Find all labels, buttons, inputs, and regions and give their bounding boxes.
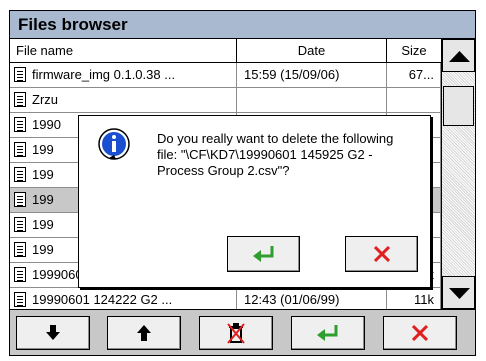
file-icon	[14, 167, 26, 182]
title-bar: Files browser	[10, 11, 475, 39]
close-button[interactable]	[383, 316, 457, 350]
file-icon	[14, 67, 26, 82]
dialog-message: Do you really want to delete the followi…	[157, 131, 394, 178]
delete-confirm-dialog: Do you really want to delete the followi…	[78, 115, 431, 288]
bottom-toolbar	[10, 309, 475, 355]
file-icon	[14, 192, 26, 207]
file-name-cell: firmware_img 0.1.0.38 ...	[10, 63, 237, 87]
file-icon	[14, 292, 26, 307]
file-icon	[14, 117, 26, 132]
file-name: 19990601 124222 G2 ...	[32, 292, 173, 307]
file-name: 199	[32, 142, 54, 157]
file-name: Zrzu	[32, 92, 58, 107]
table-header: File name Date Size	[10, 39, 441, 63]
enter-arrow-icon	[252, 246, 273, 262]
window-title: Files browser	[18, 15, 128, 34]
file-size: 11k	[387, 288, 441, 309]
file-name-cell: Zrzu	[10, 88, 237, 112]
file-icon	[14, 92, 26, 107]
info-icon	[98, 128, 130, 160]
file-date: 12:43 (01/06/99)	[237, 288, 387, 309]
red-x-icon	[373, 246, 390, 262]
file-date: 15:59 (15/09/06)	[237, 63, 387, 87]
red-x-icon	[412, 325, 428, 341]
file-name: 199	[32, 217, 54, 232]
file-icon	[14, 242, 26, 257]
table-row[interactable]: firmware_img 0.1.0.38 ... 15:59 (15/09/06…	[10, 63, 441, 88]
delete-file-button[interactable]	[199, 316, 273, 350]
file-icon	[14, 142, 26, 157]
vertical-scrollbar[interactable]	[441, 39, 475, 309]
triangle-up-icon	[449, 51, 470, 62]
move-up-button[interactable]	[107, 316, 181, 350]
delete-disabled-icon	[227, 323, 245, 344]
column-header-date[interactable]: Date	[237, 39, 387, 62]
file-name: 199	[32, 242, 54, 257]
arrow-down-icon	[46, 325, 60, 340]
scroll-up-button[interactable]	[442, 39, 475, 72]
file-name: firmware_img 0.1.0.38 ...	[32, 67, 176, 82]
column-header-file-name[interactable]: File name	[10, 39, 237, 62]
scroll-thumb[interactable]	[443, 86, 474, 126]
column-header-size[interactable]: Size	[387, 39, 441, 62]
table-row[interactable]: 19990601 124222 G2 ... 12:43 (01/06/99) 11…	[10, 288, 441, 309]
file-icon	[14, 267, 26, 282]
table-row[interactable]: Zrzu	[10, 88, 441, 113]
file-icon	[14, 217, 26, 232]
file-size: 67...	[387, 63, 441, 87]
file-size	[387, 88, 441, 112]
arrow-up-icon	[137, 325, 151, 341]
triangle-down-icon	[449, 288, 470, 299]
files-browser-window: Files browser File name Date Size firmwa…	[9, 10, 476, 356]
scroll-down-button[interactable]	[442, 276, 475, 309]
file-name: 1990	[32, 117, 61, 132]
confirm-cancel-button[interactable]	[345, 236, 418, 272]
open-file-button[interactable]	[291, 316, 365, 350]
file-date	[237, 88, 387, 112]
file-name: 199	[32, 192, 54, 207]
move-down-button[interactable]	[16, 316, 90, 350]
confirm-ok-button[interactable]	[227, 236, 300, 272]
file-name-cell: 19990601 124222 G2 ...	[10, 288, 237, 309]
file-name: 199	[32, 167, 54, 182]
enter-arrow-icon	[317, 325, 338, 341]
